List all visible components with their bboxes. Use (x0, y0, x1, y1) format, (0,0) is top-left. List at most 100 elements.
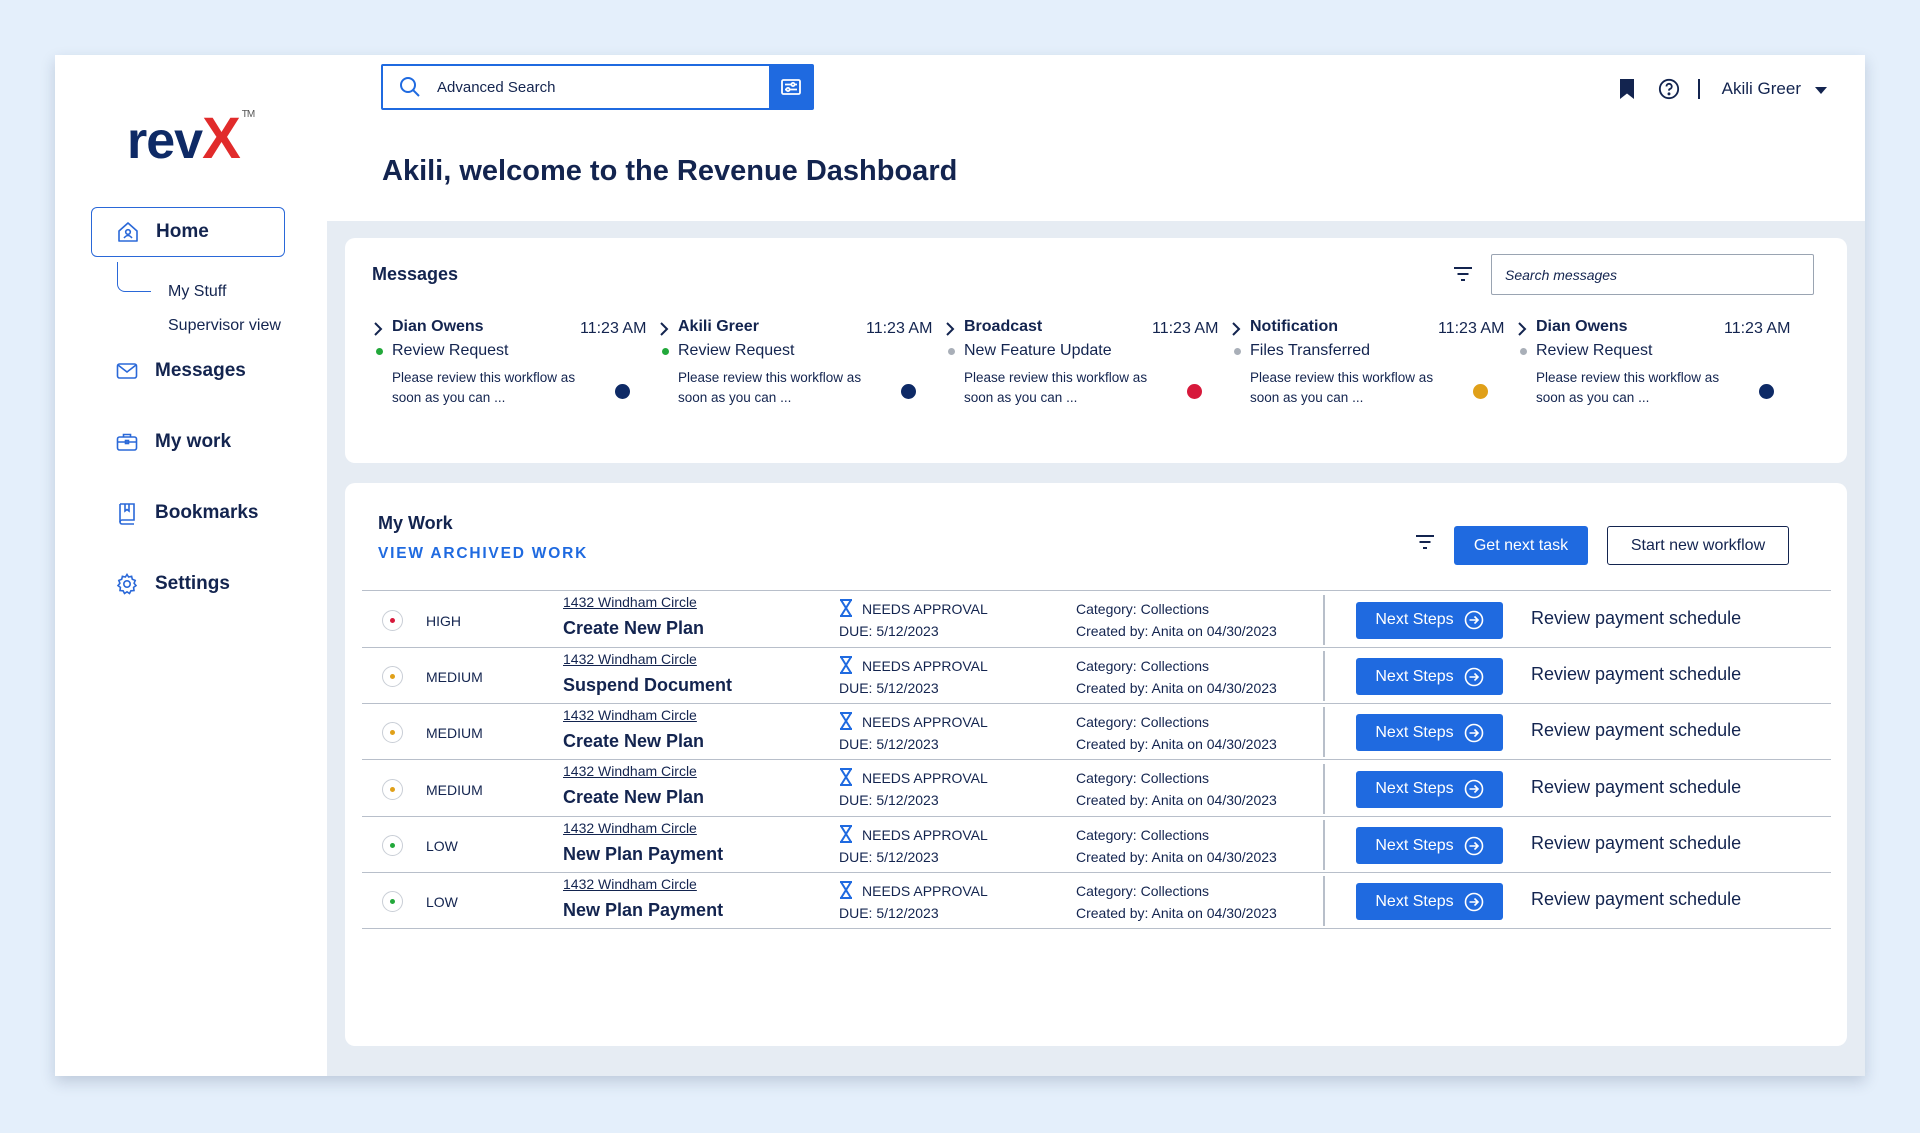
message-search-input[interactable] (1491, 254, 1814, 295)
address-link[interactable]: 1432 Windham Circle (563, 876, 697, 892)
row-divider (1323, 820, 1325, 870)
sidebar-item-messages[interactable]: Messages (115, 359, 246, 383)
priority-dot (1187, 384, 1202, 399)
message-subject: Review Request (392, 342, 509, 359)
address-link[interactable]: 1432 Windham Circle (563, 763, 697, 779)
sidebar-item-my-work[interactable]: My work (115, 430, 231, 454)
table-row[interactable]: LOW 1432 Windham Circle New Plan Payment NE… (362, 873, 1831, 929)
advanced-search-input[interactable] (437, 78, 769, 96)
header-divider (1698, 79, 1700, 99)
table-row[interactable]: LOW 1432 Windham Circle New Plan Payment NE… (362, 817, 1831, 873)
priority-label: HIGH (426, 612, 461, 629)
row-divider (1323, 707, 1325, 757)
filter-icon[interactable] (1452, 265, 1474, 283)
address-link[interactable]: 1432 Windham Circle (563, 707, 697, 723)
hourglass-icon (840, 881, 852, 899)
revx-logo[interactable]: revX TM (127, 105, 255, 172)
action-text: Review payment schedule (1531, 776, 1742, 797)
view-archived-work-link[interactable]: VIEW ARCHIVED WORK (378, 545, 588, 563)
task-title: New Plan Payment (563, 900, 724, 920)
task-title: Create New Plan (563, 731, 705, 751)
row-divider (1323, 651, 1325, 701)
sidebar-item-settings[interactable]: Settings (115, 572, 230, 596)
table-row[interactable]: MEDIUM 1432 Windham Circle Suspend Documen… (362, 648, 1831, 704)
created-by-text: Created by: Anita on 04/30/2023 (1076, 623, 1277, 639)
chevron-right-icon[interactable] (945, 322, 955, 336)
message-sender: Broadcast (964, 318, 1043, 335)
status-text: NEEDS APPROVAL (862, 714, 988, 730)
next-steps-button[interactable]: Next Steps (1356, 770, 1503, 808)
filter-icon[interactable] (1414, 533, 1436, 551)
category-text: Category: Collections (1076, 827, 1210, 843)
next-steps-label: Next Steps (1375, 667, 1454, 685)
message-time: 11:23 AM (866, 320, 933, 337)
table-row[interactable]: MEDIUM 1432 Windham Circle Create New Plan… (362, 760, 1831, 817)
next-steps-button[interactable]: Next Steps (1356, 883, 1503, 920)
row-divider (1323, 876, 1325, 926)
hourglass-icon (840, 712, 852, 730)
work-table: HIGH 1432 Windham Circle Create New Plan NE… (362, 590, 1831, 929)
my-work-title: My Work (378, 513, 453, 533)
chevron-right-icon[interactable] (373, 322, 383, 336)
table-row[interactable]: MEDIUM 1432 Windham Circle Create New Plan… (362, 704, 1831, 760)
status-text: NEEDS APPROVAL (862, 658, 988, 674)
start-new-workflow-button[interactable]: Start new workflow (1607, 526, 1789, 565)
chevron-right-icon[interactable] (659, 322, 669, 336)
message-time: 11:23 AM (580, 320, 647, 337)
search-filter-button[interactable] (769, 65, 813, 109)
due-date: DUE: 5/12/2023 (839, 623, 939, 639)
chevron-right-icon[interactable] (1517, 322, 1527, 336)
message-item[interactable]: Dian Owens 11:23 AM Review Request Please r… (1513, 318, 1847, 418)
address-link[interactable]: 1432 Windham Circle (563, 820, 697, 836)
sliders-icon (781, 79, 801, 95)
hourglass-icon (840, 656, 852, 674)
priority-indicator (382, 891, 403, 912)
category-text: Category: Collections (1076, 658, 1210, 674)
message-time: 11:23 AM (1152, 320, 1219, 337)
due-date: DUE: 5/12/2023 (839, 680, 939, 696)
created-by-text: Created by: Anita on 04/30/2023 (1076, 905, 1277, 921)
arrow-circle-right-icon (1464, 779, 1483, 799)
next-steps-button[interactable]: Next Steps (1356, 658, 1503, 695)
chevron-right-icon[interactable] (1231, 322, 1241, 336)
message-preview: Please review this workflow as soon as y… (964, 370, 1148, 405)
created-by-text: Created by: Anita on 04/30/2023 (1076, 849, 1277, 865)
priority-label: MEDIUM (426, 781, 483, 798)
logo-trademark: TM (241, 109, 255, 120)
message-subject: Review Request (1536, 342, 1653, 359)
next-steps-button[interactable]: Next Steps (1356, 827, 1503, 864)
status-dot (376, 348, 383, 355)
due-date: DUE: 5/12/2023 (839, 849, 939, 865)
sidebar-item-home[interactable]: Home (91, 207, 285, 257)
sidebar-subitem-supervisor-view[interactable]: Supervisor view (168, 317, 281, 335)
search-icon (383, 75, 437, 99)
priority-dot (901, 384, 916, 399)
created-by-text: Created by: Anita on 04/30/2023 (1076, 736, 1277, 752)
next-steps-label: Next Steps (1375, 892, 1454, 910)
next-steps-button[interactable]: Next Steps (1356, 601, 1503, 639)
bookmark-icon[interactable] (1618, 78, 1636, 100)
logo-x-mark: X (202, 106, 241, 171)
arrow-circle-right-icon (1464, 667, 1483, 686)
header-user-area: Akili Greer (1618, 75, 1827, 103)
next-steps-button[interactable]: Next Steps (1356, 714, 1503, 751)
arrow-circle-right-icon (1464, 892, 1483, 911)
task-title: Create New Plan (563, 618, 705, 638)
message-preview: Please review this workflow as soon as y… (392, 370, 576, 405)
message-preview: Please review this workflow as soon as y… (678, 370, 862, 405)
address-link[interactable]: 1432 Windham Circle (563, 594, 697, 610)
sidebar-item-label: Messages (155, 360, 246, 381)
sidebar-subitem-my-stuff[interactable]: My Stuff (168, 283, 226, 301)
chevron-down-icon[interactable] (1815, 87, 1827, 94)
arrow-circle-right-icon (1464, 836, 1483, 855)
next-steps-label: Next Steps (1375, 836, 1454, 854)
due-date: DUE: 5/12/2023 (839, 905, 939, 921)
created-by-text: Created by: Anita on 04/30/2023 (1076, 792, 1277, 808)
help-icon[interactable] (1658, 78, 1680, 100)
hourglass-icon (840, 825, 852, 843)
sidebar-item-bookmarks[interactable]: Bookmarks (115, 501, 259, 525)
address-link[interactable]: 1432 Windham Circle (563, 651, 697, 667)
table-row[interactable]: HIGH 1432 Windham Circle Create New Plan NE… (362, 591, 1831, 648)
user-name[interactable]: Akili Greer (1722, 79, 1801, 99)
get-next-task-button[interactable]: Get next task (1454, 526, 1588, 565)
